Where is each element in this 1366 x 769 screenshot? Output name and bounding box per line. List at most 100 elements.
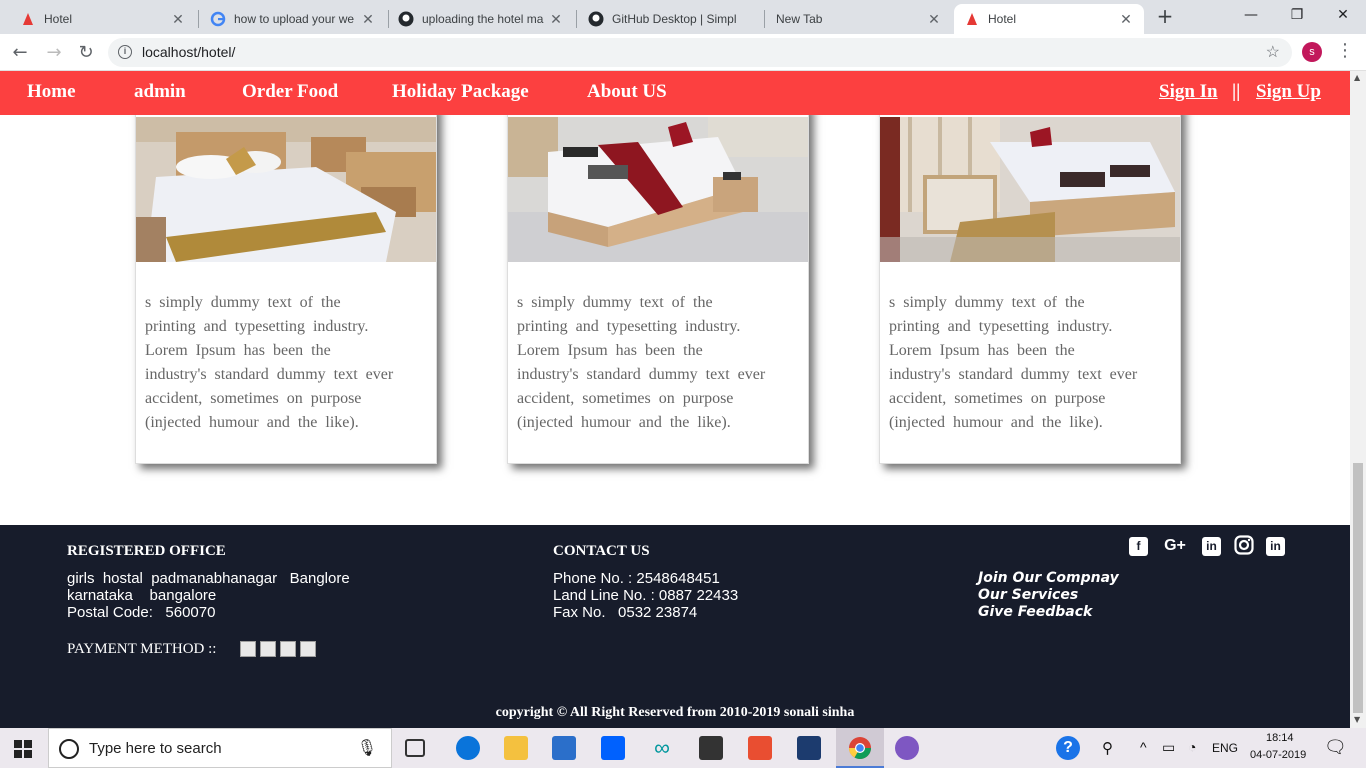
contact-us-heading: CONTACT US bbox=[553, 543, 650, 559]
chrome-icon bbox=[849, 737, 871, 759]
payment-method-label: PAYMENT METHOD :: bbox=[67, 641, 217, 657]
menu-kebab-icon[interactable]: ⋮ bbox=[1336, 40, 1354, 61]
nav-admin-link[interactable]: admin bbox=[134, 81, 186, 103]
tab-title: Hotel bbox=[44, 12, 73, 26]
notification-icon[interactable]: 🗨 bbox=[1324, 737, 1347, 758]
window-close-icon[interactable]: ✕ bbox=[1320, 0, 1366, 30]
chevron-up-icon[interactable]: ^ bbox=[1140, 739, 1147, 755]
google-plus-icon[interactable]: G+ bbox=[1160, 535, 1190, 557]
tab-title: uploading the hotel ma bbox=[422, 12, 544, 26]
close-icon[interactable]: ✕ bbox=[360, 11, 376, 28]
room-photo bbox=[136, 117, 436, 262]
room-photo bbox=[508, 117, 808, 262]
tab-divider bbox=[198, 10, 199, 28]
instagram-icon[interactable] bbox=[1233, 535, 1255, 557]
browser-tab[interactable]: uploading the hotel ma ✕ bbox=[388, 4, 574, 34]
address-line: girls hostal padmanabhanagar Banglore bbox=[67, 570, 350, 587]
join-company-link[interactable]: Join Our Compnay bbox=[978, 570, 1119, 587]
wifi-icon[interactable]: ◔ bbox=[1188, 739, 1196, 755]
app-cat-icon[interactable] bbox=[895, 736, 919, 760]
edge-icon[interactable] bbox=[456, 736, 480, 760]
copyright-text: copyright © All Right Reserved from 2010… bbox=[495, 705, 855, 720]
card-description: s simply dummy text of the printing and … bbox=[145, 294, 394, 431]
profile-avatar[interactable]: s bbox=[1302, 42, 1322, 62]
new-tab-button[interactable]: + bbox=[1154, 6, 1176, 28]
chrome-taskbar-button[interactable] bbox=[836, 728, 884, 768]
site-navbar: Home admin Order Food Holiday Package Ab… bbox=[0, 71, 1350, 115]
store-icon[interactable] bbox=[552, 736, 576, 760]
registered-office-heading: REGISTERED OFFICE bbox=[67, 543, 226, 559]
browser-tab[interactable]: how to upload your we ✕ bbox=[200, 4, 386, 34]
browser-tab[interactable]: Hotel ✕ bbox=[10, 4, 196, 34]
payment-card-image bbox=[300, 641, 316, 657]
linkedin-icon[interactable]: in bbox=[1266, 537, 1285, 556]
people-icon[interactable]: ⚲ bbox=[1102, 739, 1113, 757]
file-explorer-icon[interactable] bbox=[504, 736, 528, 760]
page-scrollbar[interactable]: ▲ ▼ bbox=[1350, 71, 1366, 728]
close-icon[interactable]: ✕ bbox=[1118, 11, 1134, 28]
payment-card-image bbox=[240, 641, 256, 657]
battery-icon[interactable]: ▭ bbox=[1162, 739, 1175, 756]
google-favicon-icon bbox=[210, 11, 226, 27]
taskbar-search-input[interactable]: Type here to search 🎙 bbox=[48, 728, 392, 768]
github-favicon-icon bbox=[588, 11, 604, 27]
sign-up-link[interactable]: Sign Up bbox=[1256, 81, 1321, 103]
scrollbar-thumb[interactable] bbox=[1353, 463, 1363, 713]
room-photo bbox=[880, 117, 1180, 262]
phone-number: Phone No. : 2548648451 bbox=[553, 570, 720, 587]
room-card: s simply dummy text of the printing and … bbox=[507, 104, 809, 464]
browser-tab-active[interactable]: Hotel ✕ bbox=[954, 4, 1144, 34]
bookmark-star-icon[interactable]: ☆ bbox=[1266, 38, 1280, 67]
browser-tab[interactable]: GitHub Desktop | Simpl bbox=[578, 4, 764, 34]
postal-code: Postal Code: 560070 bbox=[67, 604, 216, 621]
address-bar[interactable]: i localhost/hotel/ ☆ bbox=[108, 38, 1292, 67]
microphone-icon[interactable]: 🎙 bbox=[357, 729, 377, 769]
git-icon[interactable] bbox=[748, 736, 772, 760]
arduino-icon[interactable]: ∞ bbox=[650, 736, 674, 760]
nav-home-link[interactable]: Home bbox=[27, 81, 76, 103]
give-feedback-link[interactable]: Give Feedback bbox=[978, 604, 1092, 621]
github-favicon-icon bbox=[398, 11, 414, 27]
nav-order-food-link[interactable]: Order Food bbox=[242, 81, 338, 103]
browser-tab[interactable]: New Tab ✕ bbox=[766, 4, 952, 34]
url-text: localhost/hotel/ bbox=[142, 44, 236, 60]
windows-start-icon[interactable] bbox=[14, 740, 32, 758]
help-icon[interactable]: ? bbox=[1056, 736, 1080, 760]
card-description: s simply dummy text of the printing and … bbox=[889, 294, 1138, 431]
close-icon[interactable]: ✕ bbox=[926, 11, 942, 28]
app-icon[interactable] bbox=[797, 736, 821, 760]
sign-in-link[interactable]: Sign In bbox=[1159, 81, 1218, 103]
forward-arrow-icon[interactable]: → bbox=[42, 41, 66, 65]
close-icon[interactable]: ✕ bbox=[170, 11, 186, 28]
tab-divider bbox=[576, 10, 577, 28]
windows-taskbar: Type here to search 🎙 ∞ ? ⚲ ^ ▭ ◔ ENG 18… bbox=[0, 728, 1366, 768]
dropbox-icon[interactable] bbox=[601, 736, 625, 760]
linkedin-icon[interactable]: in bbox=[1202, 537, 1221, 556]
mail-icon[interactable] bbox=[699, 736, 723, 760]
back-arrow-icon[interactable]: ← bbox=[8, 41, 32, 65]
restore-icon[interactable]: ❐ bbox=[1274, 0, 1320, 30]
minimize-icon[interactable]: — bbox=[1228, 0, 1274, 30]
tab-title: Hotel bbox=[988, 12, 1017, 26]
reload-icon[interactable]: ↻ bbox=[74, 41, 98, 65]
hotel-favicon-icon bbox=[23, 13, 33, 25]
facebook-icon[interactable]: f bbox=[1129, 537, 1148, 556]
browser-toolbar: ← → ↻ i localhost/hotel/ ☆ s ⋮ bbox=[0, 34, 1366, 71]
scroll-up-icon[interactable]: ▲ bbox=[1354, 73, 1360, 82]
cortana-icon bbox=[59, 739, 79, 759]
payment-card-image bbox=[280, 641, 296, 657]
tab-title: GitHub Desktop | Simpl bbox=[612, 12, 737, 26]
tab-title: New Tab bbox=[776, 12, 823, 26]
clock-time[interactable]: 18:14 bbox=[1266, 732, 1294, 744]
scroll-down-icon[interactable]: ▼ bbox=[1354, 715, 1360, 724]
nav-holiday-package-link[interactable]: Holiday Package bbox=[392, 81, 529, 103]
task-view-icon[interactable] bbox=[405, 739, 425, 757]
our-services-link[interactable]: Our Services bbox=[978, 587, 1078, 604]
info-icon[interactable]: i bbox=[118, 45, 132, 59]
clock-date[interactable]: 04-07-2019 bbox=[1250, 749, 1306, 761]
tab-divider bbox=[764, 10, 765, 28]
close-icon[interactable]: ✕ bbox=[548, 11, 564, 28]
card-description: s simply dummy text of the printing and … bbox=[517, 294, 766, 431]
nav-about-us-link[interactable]: About US bbox=[587, 81, 667, 103]
language-indicator[interactable]: ENG bbox=[1212, 741, 1238, 755]
